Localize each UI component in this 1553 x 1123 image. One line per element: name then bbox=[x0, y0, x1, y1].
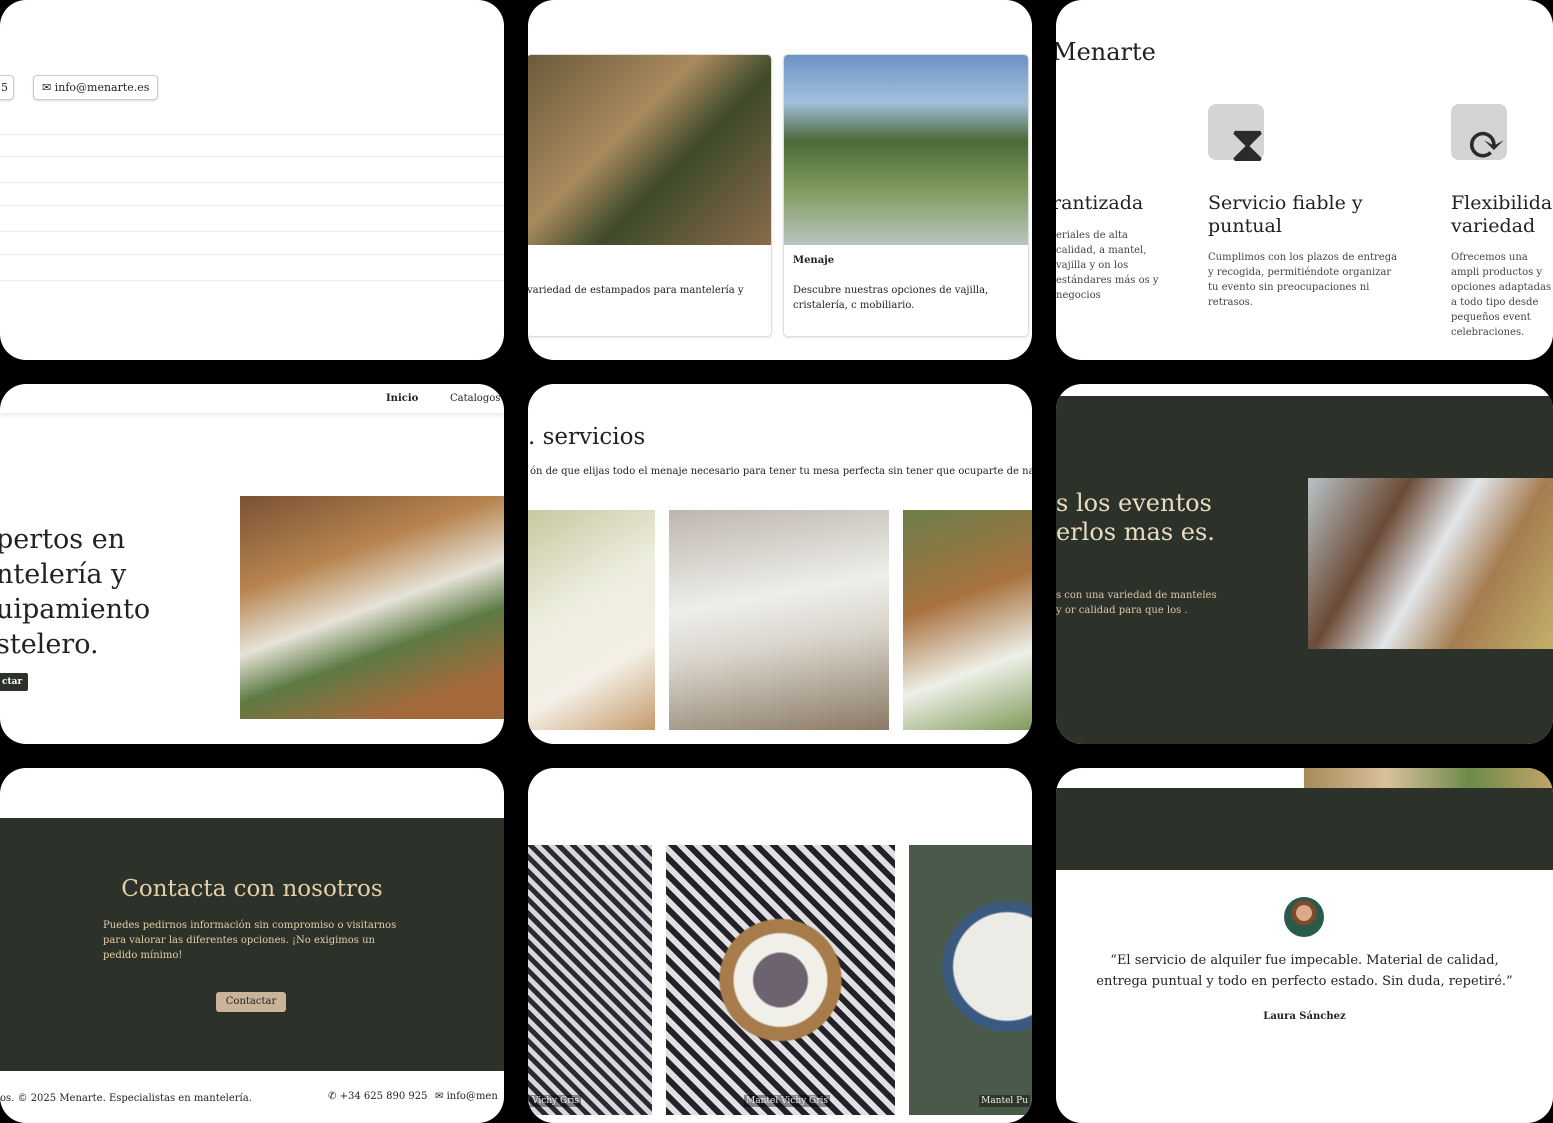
gallery-caption: Mantel Pu bbox=[979, 1095, 1030, 1107]
divider bbox=[0, 280, 504, 281]
feature-text: eriales de alta calidad, a mantel, vajil… bbox=[1056, 230, 1159, 301]
envelope-icon: ✉ bbox=[42, 81, 52, 94]
card-image bbox=[784, 55, 1028, 245]
events-tile: s los eventos erlos mas es. s con una va… bbox=[1056, 384, 1553, 744]
feature-title: Servicio fiable y puntual bbox=[1208, 192, 1363, 237]
gallery-image[interactable]: Vichy Gris bbox=[528, 845, 652, 1115]
email-text: info@menarte.es bbox=[54, 81, 150, 94]
dark-band bbox=[1056, 788, 1553, 870]
events-image-edge bbox=[1304, 768, 1553, 788]
gallery-caption: Mantel Vichy Gris bbox=[744, 1095, 831, 1107]
contact-button[interactable]: ctar bbox=[0, 673, 29, 691]
nav-catalogos[interactable]: Catalogos bbox=[450, 393, 500, 404]
services-title-text: servicios bbox=[542, 424, 646, 450]
service-image-menaje[interactable] bbox=[669, 510, 889, 730]
features-tile: Menarte ⧗ ⟳ rantizada eriales de alta ca… bbox=[1056, 0, 1553, 360]
footer-phone-text: +34 625 890 925 bbox=[339, 1091, 428, 1102]
avatar bbox=[1284, 897, 1324, 937]
divider bbox=[0, 231, 504, 232]
contact-tile: 5 ✉ info@menarte.es bbox=[0, 0, 504, 360]
refresh-icon: ⟳ bbox=[1451, 104, 1515, 174]
feature-title: Flexibilidad variedad bbox=[1451, 192, 1553, 237]
hourglass-icon: ⧗ bbox=[1208, 104, 1272, 174]
nav-inicio[interactable]: Inicio bbox=[386, 393, 418, 404]
card-text: variedad de estampados para mantelería y bbox=[528, 285, 744, 296]
footer-email[interactable]: ✉ info@men bbox=[435, 1091, 498, 1102]
contact-section: Contacta con nosotros Puedes pedirnos in… bbox=[0, 818, 504, 1071]
footer-email-text: info@men bbox=[446, 1091, 498, 1102]
phone-text: 5 bbox=[1, 81, 8, 94]
contactar-button[interactable]: Contactar bbox=[216, 992, 286, 1012]
card-title: Menaje bbox=[793, 255, 835, 266]
testimonial-tile: “El servicio de alquiler fue impecable. … bbox=[1056, 768, 1553, 1123]
navbar: Inicio Catalogos bbox=[0, 384, 504, 414]
contact-section-tile: Contacta con nosotros Puedes pedirnos in… bbox=[0, 768, 504, 1123]
events-section: s los eventos erlos mas es. s con una va… bbox=[1056, 396, 1553, 744]
card-text: Descubre nuestras opciones de vajilla, c… bbox=[793, 285, 989, 311]
brand-heading: Menarte bbox=[1056, 38, 1156, 66]
hero-tile: Inicio Catalogos pertos en ntelería y ui… bbox=[0, 384, 504, 744]
service-image-manteleria[interactable] bbox=[528, 510, 655, 730]
events-image bbox=[1308, 478, 1553, 649]
envelope-icon: ✉ bbox=[435, 1091, 444, 1102]
contact-text: Puedes pedirnos información sin compromi… bbox=[103, 920, 397, 961]
services-title: . servicios bbox=[528, 424, 646, 450]
testimonial-quote: “El servicio de alquiler fue impecable. … bbox=[1096, 953, 1513, 989]
contact-title: Contacta con nosotros bbox=[121, 876, 383, 902]
phone-pill[interactable]: 5 bbox=[0, 75, 14, 100]
feature-title: rantizada bbox=[1056, 192, 1144, 214]
events-title: s los eventos erlos mas es. bbox=[1056, 489, 1215, 546]
divider bbox=[0, 254, 504, 255]
gallery-tile: Vichy Gris Mantel Vichy Gris Mantel Pu bbox=[528, 768, 1032, 1123]
feature-text: Ofrecemos una ampli productos y opciones… bbox=[1451, 252, 1552, 338]
service-image-mobiliario[interactable] bbox=[903, 510, 1032, 730]
services-tile: . servicios ón de que elijas todo el men… bbox=[528, 384, 1032, 744]
catalog-card[interactable]: variedad de estampados para mantelería y bbox=[528, 54, 772, 337]
catalog-card-menaje[interactable]: Menaje Descubre nuestras opciones de vaj… bbox=[783, 54, 1029, 337]
divider bbox=[0, 205, 504, 206]
services-text: ón de que elijas todo el menaje necesari… bbox=[530, 466, 1032, 477]
divider bbox=[0, 134, 504, 135]
hero-title: pertos en ntelería y uipamiento stelero. bbox=[0, 524, 151, 660]
phone-icon: ✆ bbox=[328, 1091, 337, 1102]
catalog-cards-tile: variedad de estampados para mantelería y… bbox=[528, 0, 1032, 360]
feature-text: Cumplimos con los plazos de entrega y re… bbox=[1208, 252, 1398, 308]
gallery-caption: Vichy Gris bbox=[530, 1095, 581, 1107]
divider bbox=[0, 182, 504, 183]
gallery-image[interactable]: Mantel Vichy Gris bbox=[666, 845, 895, 1115]
testimonial-author: Laura Sánchez bbox=[1263, 1011, 1346, 1022]
footer-copyright: os. © 2025 Menarte. Especialistas en man… bbox=[0, 1093, 252, 1104]
gallery-image[interactable]: Mantel Pu bbox=[909, 845, 1032, 1115]
email-pill[interactable]: ✉ info@menarte.es bbox=[33, 75, 159, 100]
hero-image bbox=[240, 496, 504, 719]
events-text: s con una variedad de manteles y or cali… bbox=[1056, 590, 1217, 616]
divider bbox=[0, 156, 504, 157]
card-image bbox=[528, 55, 771, 245]
footer-phone[interactable]: ✆ +34 625 890 925 bbox=[328, 1091, 427, 1102]
